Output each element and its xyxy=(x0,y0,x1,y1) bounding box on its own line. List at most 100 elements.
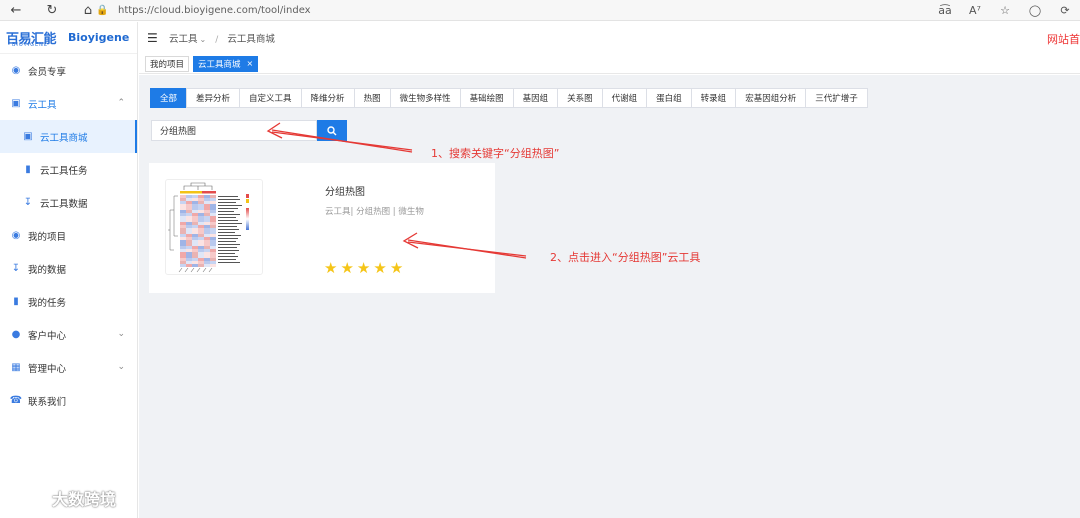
heatmap-cell xyxy=(198,195,204,198)
sidebar-item-my-projects[interactable]: ◉ 我的项目 xyxy=(0,219,137,252)
star-icon: ★ xyxy=(324,259,338,277)
lock-icon[interactable]: 🔒 xyxy=(96,5,108,16)
heatmap-cell xyxy=(192,255,198,258)
heatmap-cell xyxy=(192,228,198,231)
tool-card-title[interactable]: 分组热图 xyxy=(325,183,365,198)
heatmap-cell xyxy=(186,249,192,252)
sidebar-item-label: 云工具数据 xyxy=(40,198,88,210)
sidebar-item-tool-store[interactable]: ▣ 云工具商城 xyxy=(0,120,137,153)
font-icon[interactable]: A⁷ xyxy=(968,2,982,18)
heatmap-cell xyxy=(210,249,216,252)
search-input[interactable]: 分组热图 xyxy=(151,120,317,141)
filter-button[interactable]: 蛋白组 xyxy=(646,88,692,108)
filter-button[interactable]: 全部 xyxy=(150,88,188,108)
extensions-icon[interactable]: ⟳ xyxy=(1058,2,1072,18)
heatmap-cell xyxy=(198,222,204,225)
heatmap-cell xyxy=(192,225,198,228)
sidebar-item-vip[interactable]: ◉ 会员专享 xyxy=(0,54,137,87)
heatmap-cell xyxy=(192,219,198,222)
logo[interactable]: 百易汇能 BIOYIGENE Bioyigene xyxy=(0,22,137,54)
sidebar-item-tool-tasks[interactable]: ▮ 云工具任务 xyxy=(0,153,137,186)
breadcrumb-root[interactable]: 云工具 xyxy=(169,34,198,45)
sidebar-item-my-data[interactable]: ↧ 我的数据 xyxy=(0,252,137,285)
heatmap-cell xyxy=(192,201,198,204)
filter-button[interactable]: 基础绘图 xyxy=(459,88,514,108)
heatmap-cell xyxy=(180,243,186,246)
heatmap-cell xyxy=(186,264,192,267)
heatmap-cell xyxy=(210,213,216,216)
filter-button[interactable]: 关系图 xyxy=(557,88,603,108)
search-button[interactable] xyxy=(317,120,347,141)
heatmap-cell xyxy=(210,216,216,219)
heatmap-cell xyxy=(180,261,186,264)
heatmap-cell xyxy=(180,258,186,261)
profile-icon[interactable]: ◯ xyxy=(1028,2,1042,18)
customer-icon: ● xyxy=(11,329,21,340)
refresh-icon[interactable]: ↻ xyxy=(44,2,60,18)
heatmap-cell xyxy=(192,237,198,240)
site-home-link[interactable]: 网站首 xyxy=(1047,31,1080,47)
read-aloud-icon[interactable]: a͡a xyxy=(938,2,952,18)
sidebar-item-label: 我的项目 xyxy=(28,231,67,243)
heatmap-cell xyxy=(192,222,198,225)
home-icon[interactable]: ⌂ xyxy=(80,2,96,18)
filter-button[interactable]: 代谢组 xyxy=(601,88,648,108)
sidebar-item-manage-center[interactable]: ▦ 管理中心 ⌄ xyxy=(0,351,137,384)
logo-brand: Bioyigene xyxy=(68,31,130,44)
heatmap-cell xyxy=(186,231,192,234)
heatmap-cell xyxy=(210,225,216,228)
heatmap-cell xyxy=(186,207,192,210)
favorite-icon[interactable]: ☆ xyxy=(998,2,1012,18)
heatmap-cell xyxy=(186,261,192,264)
heatmap-cell xyxy=(210,204,216,207)
tool-card[interactable]: 分组热图 云工具| 分组热图 | 微生物 ★ ★ ★ ★ ★ xyxy=(149,163,495,293)
watermark-logo-icon xyxy=(9,490,43,505)
logo-mark-sub: BIOYIGENE xyxy=(12,42,49,48)
heatmap-cell xyxy=(204,195,210,198)
tool-card-tags: 云工具| 分组热图 | 微生物 xyxy=(325,207,424,217)
heatmap-cell xyxy=(204,204,210,207)
heatmap-cell xyxy=(180,204,186,207)
filter-button[interactable]: 转录组 xyxy=(690,88,737,108)
sidebar-item-customer-center[interactable]: ● 客户中心 ⌄ xyxy=(0,318,137,351)
sidebar-item-label: 我的任务 xyxy=(28,297,67,309)
heatmap-cell xyxy=(198,198,204,201)
filter-button[interactable]: 降维分析 xyxy=(300,88,355,108)
heatmap-cell xyxy=(198,201,204,204)
sidebar-item-label: 云工具商城 xyxy=(40,132,88,144)
heatmap-cell xyxy=(198,207,204,210)
sidebar-item-contact[interactable]: ☎ 联系我们 xyxy=(0,384,137,417)
filter-button[interactable]: 差异分析 xyxy=(186,88,241,108)
filter-button[interactable]: 基因组 xyxy=(512,88,559,108)
filter-button[interactable]: 三代扩增子 xyxy=(805,88,868,108)
top-header: ☰ 云工具 ⌄ / 云工具商城 网站首 xyxy=(139,22,1080,54)
heatmap-cell xyxy=(180,198,186,201)
search-icon xyxy=(327,125,337,135)
heatmap-cell xyxy=(192,243,198,246)
heatmap-cell xyxy=(180,219,186,222)
heatmap-cell xyxy=(186,222,192,225)
heatmap-cell xyxy=(210,231,216,234)
tab-my-projects[interactable]: 我的项目 xyxy=(145,55,190,72)
filter-button[interactable]: 宏基因组分析 xyxy=(735,88,807,108)
heatmap-cell xyxy=(198,219,204,222)
tab-tool-store[interactable]: 云工具商城 × xyxy=(193,55,259,72)
chevron-down-icon[interactable]: ⌄ xyxy=(200,35,207,44)
filter-button[interactable]: 微生物多样性 xyxy=(389,88,461,108)
my-data-icon: ↧ xyxy=(11,263,21,274)
watermark-text: 大数跨境 xyxy=(52,490,117,509)
filter-button[interactable]: 自定义工具 xyxy=(239,88,302,108)
heatmap-cell xyxy=(210,219,216,222)
sidebar-item-tool-data[interactable]: ↧ 云工具数据 xyxy=(0,186,137,219)
filter-button[interactable]: 热图 xyxy=(353,88,391,108)
heatmap-thumbnail[interactable] xyxy=(165,179,263,275)
menu-toggle-icon[interactable]: ☰ xyxy=(147,31,163,45)
store-icon: ▣ xyxy=(23,131,33,142)
close-icon[interactable]: × xyxy=(247,59,254,68)
sidebar-item-cloud-tools[interactable]: ▣ 云工具 ⌃ xyxy=(0,87,137,120)
back-icon[interactable]: ← xyxy=(8,2,24,18)
heatmap-cell xyxy=(210,201,216,204)
address-bar[interactable]: 🔒 https://cloud.bioyigene.com/tool/index xyxy=(96,2,956,19)
heatmap-cell xyxy=(192,213,198,216)
sidebar-item-my-tasks[interactable]: ▮ 我的任务 xyxy=(0,285,137,318)
